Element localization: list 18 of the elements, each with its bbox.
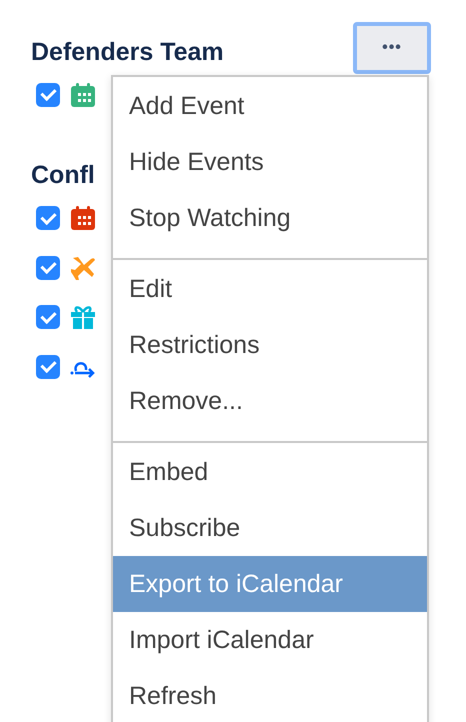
checkbox[interactable] (36, 82, 60, 107)
checkbox[interactable] (36, 206, 60, 230)
checkbox[interactable] (36, 256, 60, 280)
checkbox[interactable] (36, 354, 60, 379)
menu-item[interactable]: Refresh (113, 668, 427, 722)
calendar-group-title: Confl (31, 161, 95, 190)
menu-item[interactable]: Subscribe (113, 500, 427, 556)
menu-item[interactable]: Embed (113, 444, 427, 500)
menu-item[interactable]: Remove... (113, 373, 427, 429)
calendar-group-title: Defenders Team (31, 38, 224, 66)
checkbox[interactable] (36, 305, 60, 330)
menu-item[interactable]: Stop Watching (113, 190, 427, 246)
menu-item[interactable]: Restrictions (113, 317, 427, 373)
menu-item[interactable]: Add Event (113, 78, 427, 134)
menu-item[interactable]: Import iCalendar (113, 612, 427, 668)
menu-item[interactable]: Hide Events (113, 134, 427, 190)
menu-item[interactable]: Edit (113, 261, 427, 317)
more-button[interactable]: ••• (353, 22, 431, 74)
